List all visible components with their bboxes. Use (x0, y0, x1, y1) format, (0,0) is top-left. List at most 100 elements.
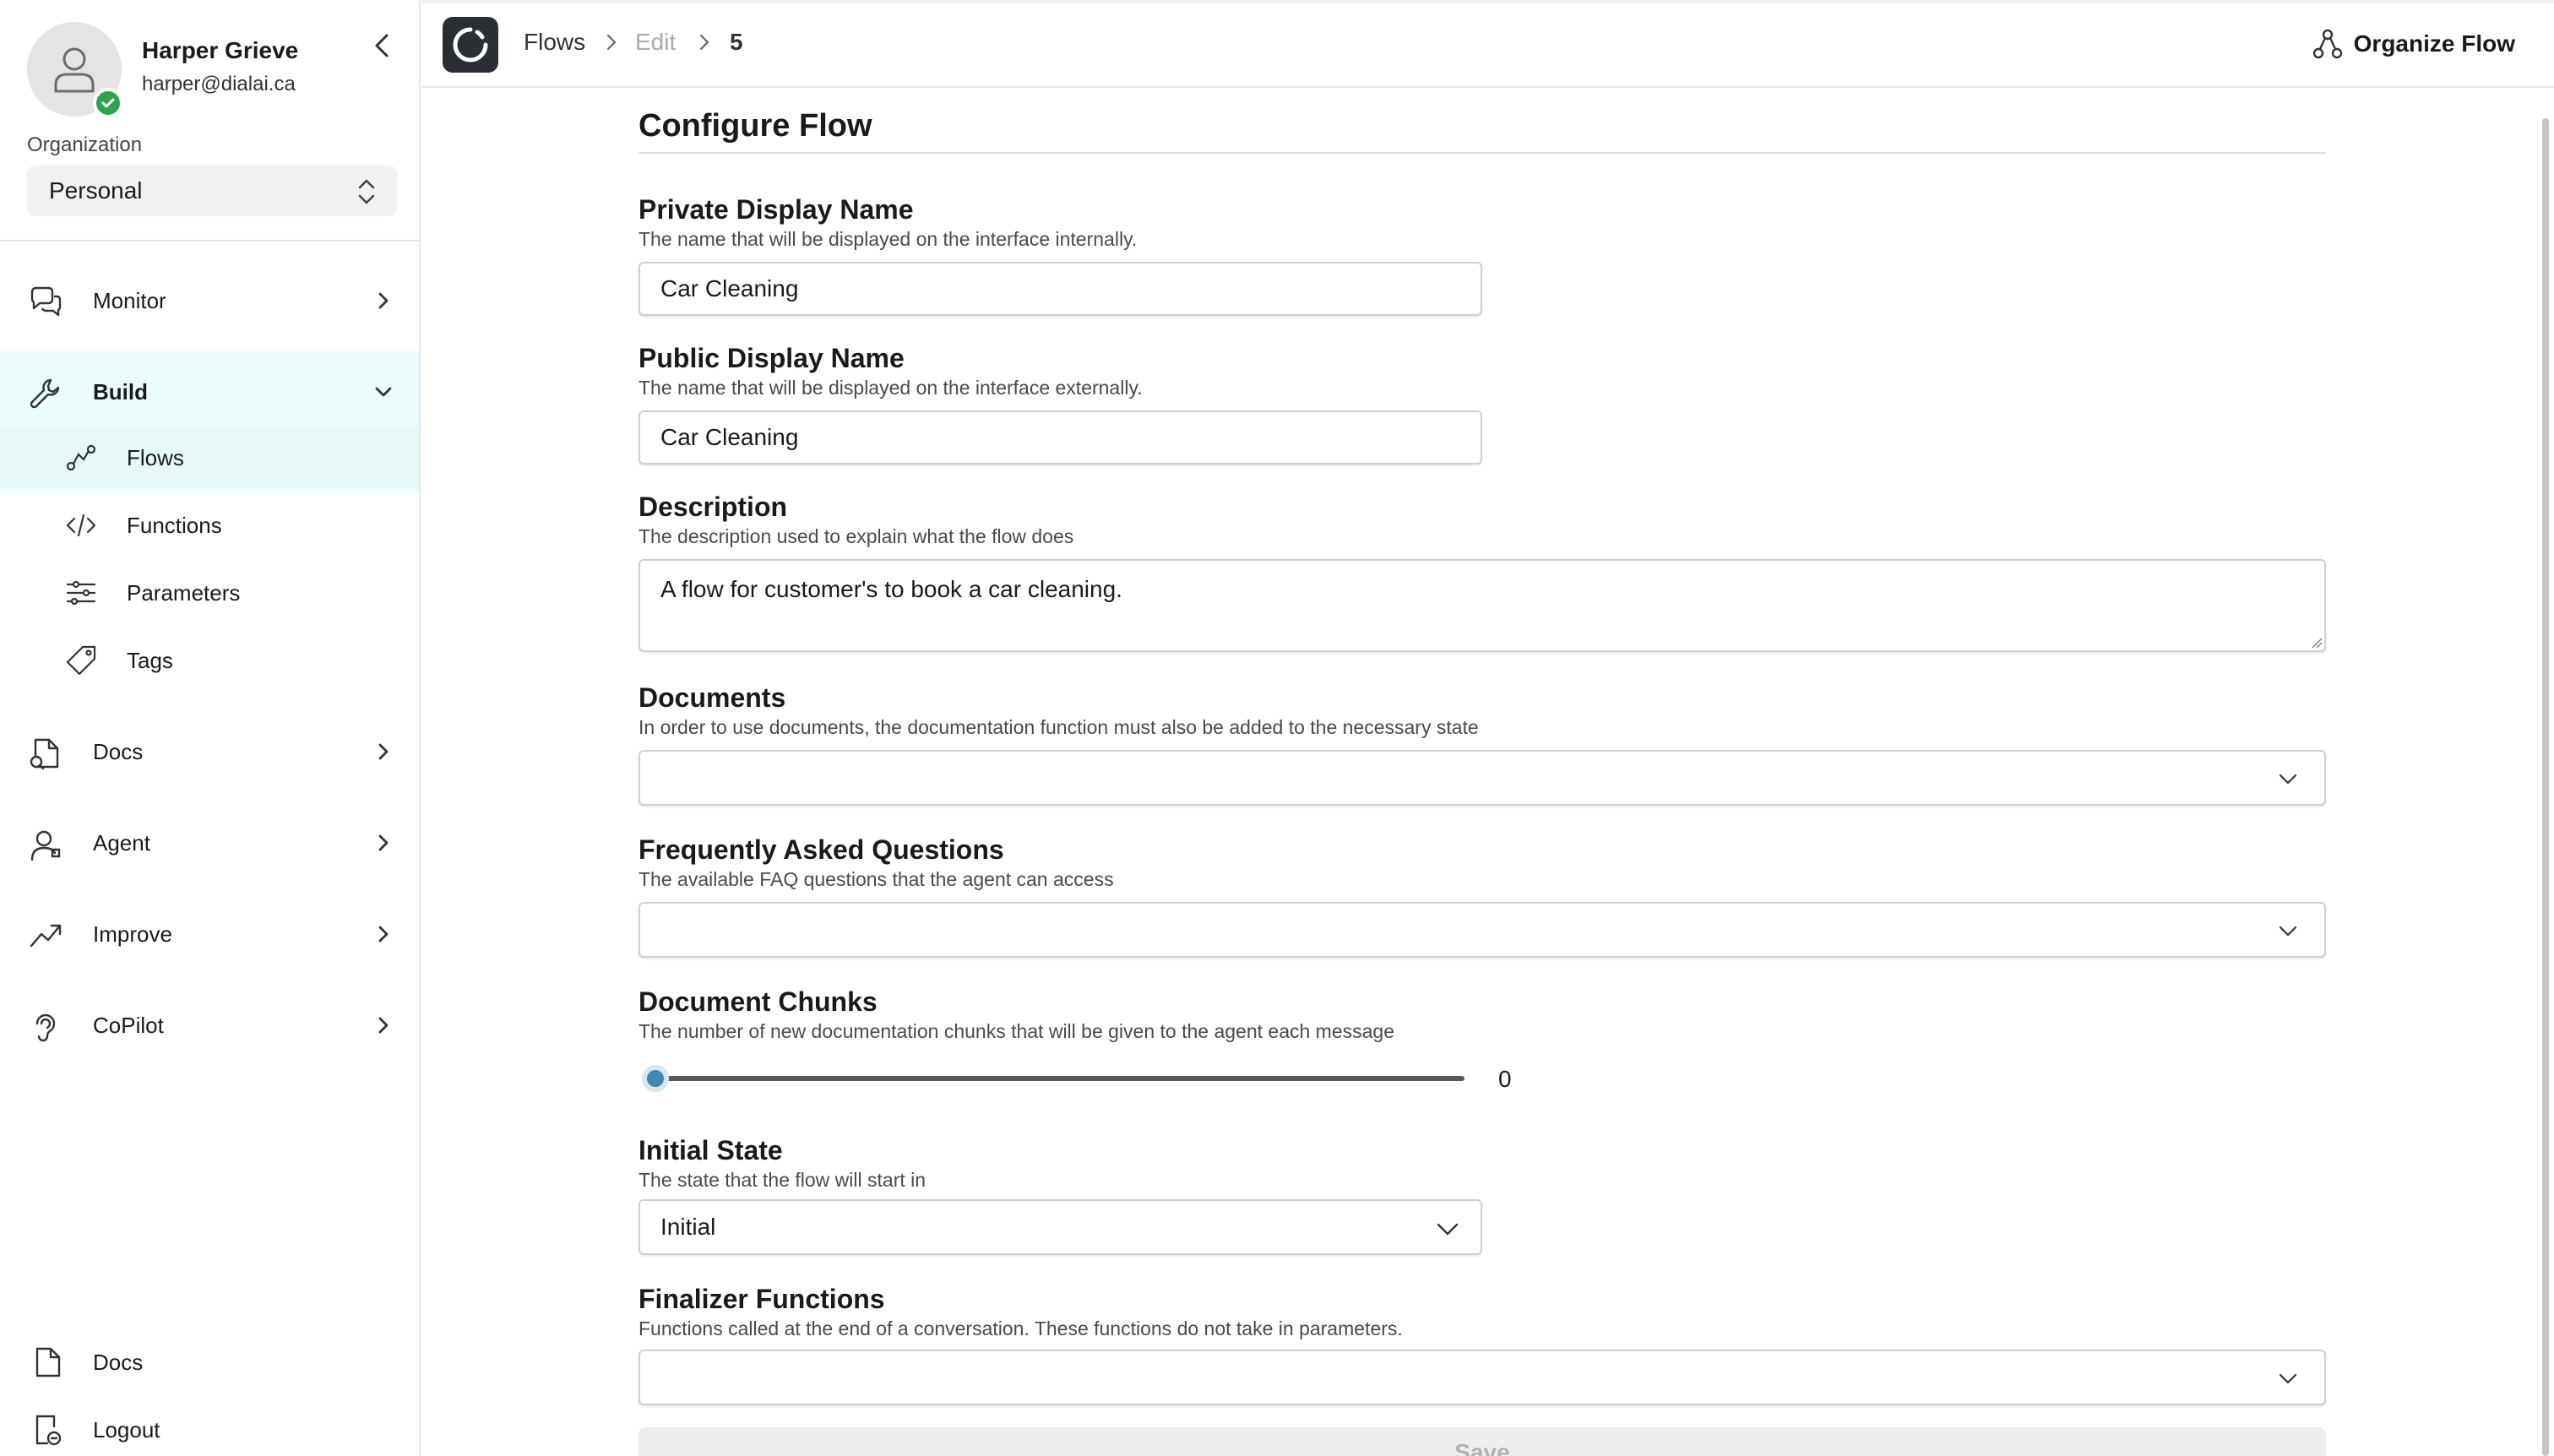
organize-flow-button[interactable]: Organize Flow (2312, 22, 2515, 66)
breadcrumb-edit[interactable]: Edit (635, 29, 676, 56)
sidebar-item-improve[interactable]: Improve (0, 894, 419, 975)
initial-state-help: The state that the flow will start in (638, 1169, 927, 1191)
page-title: Configure Flow (638, 108, 872, 144)
breadcrumb-current: 5 (730, 29, 743, 55)
file-icon (35, 1347, 61, 1377)
collapse-sidebar-button[interactable] (361, 25, 402, 66)
flow-nodes-icon (66, 444, 96, 471)
title-divider (638, 152, 2326, 154)
document-search-icon (30, 738, 59, 770)
documents-help: In order to use documents, the documenta… (638, 716, 1479, 738)
sidebar-divider (0, 240, 419, 242)
chunks-slider-track[interactable] (655, 1076, 1464, 1081)
sidebar-bottom-docs[interactable]: Docs (0, 1333, 419, 1392)
sidebar-item-label: Improve (93, 921, 172, 947)
sidebar-sub-label: Parameters (127, 579, 241, 606)
description-help: The description used to explain what the… (638, 525, 1074, 547)
sidebar-item-label: Logout (93, 1416, 160, 1442)
top-header: Flows Edit 5 Organize Flow (422, 0, 2554, 88)
description-label: Description (638, 492, 788, 522)
initial-state-value: Initial (660, 1214, 716, 1240)
organization-select[interactable]: Personal (27, 166, 397, 216)
chevron-down-icon (1437, 1223, 1459, 1236)
user-profile: Harper Grieve harper@dialai.ca (27, 22, 402, 118)
chevron-updown-icon (358, 179, 375, 204)
private-name-label: Private Display Name (638, 194, 914, 225)
chunks-help: The number of new documentation chunks t… (638, 1020, 1394, 1042)
sidebar-item-label: Build (93, 378, 148, 405)
chunks-slider-thumb[interactable] (642, 1065, 669, 1092)
sidebar-sub-label: Flows (127, 444, 184, 470)
trending-up-icon (30, 924, 62, 948)
sidebar-sub-label: Tags (127, 647, 173, 673)
public-name-input[interactable] (638, 410, 1482, 465)
sidebar-item-label: Agent (93, 829, 150, 856)
breadcrumb-flows[interactable]: Flows (524, 29, 585, 56)
logout-icon (35, 1415, 62, 1446)
user-name: Harper Grieve (142, 37, 299, 63)
online-status-icon (93, 88, 123, 118)
tag-icon (66, 645, 96, 676)
sidebar-item-functions[interactable]: Functions (0, 495, 419, 556)
private-name-input[interactable] (638, 262, 1482, 316)
organization-label: Organization (27, 133, 143, 156)
sidebar-item-monitor[interactable]: Monitor (0, 260, 419, 341)
user-icon (54, 47, 95, 93)
wrench-icon (30, 378, 60, 409)
sidebar: Harper Grieve harper@dialai.ca Organizat… (0, 0, 421, 1456)
faq-label: Frequently Asked Questions (638, 834, 1004, 865)
faq-select[interactable] (638, 902, 2326, 958)
chevron-down-icon (2279, 926, 2297, 937)
chevron-right-icon (378, 834, 389, 851)
chevron-right-icon (378, 292, 389, 309)
chunks-slider-value: 0 (1498, 1066, 1512, 1092)
chunks-label: Document Chunks (638, 986, 878, 1017)
initial-state-select[interactable]: Initial (638, 1199, 1482, 1255)
finalizer-label: Finalizer Functions (638, 1284, 885, 1314)
sidebar-item-flows[interactable]: Flows (0, 427, 419, 488)
finalizer-select[interactable] (638, 1350, 2326, 1405)
finalizer-help: Functions called at the end of a convers… (638, 1317, 1403, 1339)
copilot-ear-icon (35, 1013, 56, 1042)
main-scrollbar[interactable] (2542, 118, 2549, 1456)
headset-agent-icon (30, 830, 61, 861)
resize-grip-icon[interactable] (2311, 637, 2323, 649)
user-email: harper@dialai.ca (142, 73, 296, 95)
private-name-help: The name that will be displayed on the i… (638, 228, 1138, 250)
chevron-left-icon (375, 34, 389, 57)
sidebar-item-label: Docs (93, 738, 144, 764)
initial-state-label: Initial State (638, 1135, 783, 1165)
sidebar-item-label: Docs (93, 1349, 144, 1375)
description-textarea[interactable]: A flow for customer's to book a car clea… (638, 559, 2326, 652)
chevron-right-icon (378, 926, 389, 943)
sliders-icon (66, 580, 96, 606)
app-logo[interactable] (443, 17, 498, 73)
sidebar-item-parameters[interactable]: Parameters (0, 562, 419, 623)
documents-label: Documents (638, 682, 786, 713)
chevron-down-icon (2279, 774, 2297, 785)
organization-value: Personal (49, 177, 143, 204)
chevron-right-icon (378, 1017, 389, 1034)
breadcrumb-separator-icon (699, 34, 709, 51)
sidebar-sub-label: Functions (127, 512, 222, 538)
chevron-down-icon (375, 387, 392, 397)
organize-nodes-icon (2312, 29, 2342, 59)
chat-bubbles-icon (30, 286, 62, 317)
sidebar-item-label: CoPilot (93, 1012, 164, 1038)
public-name-label: Public Display Name (638, 343, 905, 373)
organize-flow-label: Organize Flow (2353, 30, 2515, 57)
chevron-down-icon (2279, 1373, 2297, 1384)
sidebar-bottom-logout[interactable]: Logout (0, 1400, 419, 1456)
sidebar-item-tags[interactable]: Tags (0, 630, 419, 691)
code-icon (66, 513, 96, 537)
breadcrumb-separator-icon (606, 34, 617, 51)
sidebar-item-copilot[interactable]: CoPilot (0, 985, 419, 1066)
faq-help: The available FAQ questions that the age… (638, 868, 1114, 890)
header-topline (422, 0, 2554, 3)
sidebar-item-build[interactable]: Build (0, 351, 419, 432)
sidebar-item-agent[interactable]: Agent (0, 802, 419, 883)
documents-select[interactable] (638, 750, 2326, 806)
sidebar-item-docs[interactable]: Docs (0, 711, 419, 792)
save-button[interactable]: Save (638, 1427, 2326, 1456)
logo-icon (453, 27, 488, 62)
